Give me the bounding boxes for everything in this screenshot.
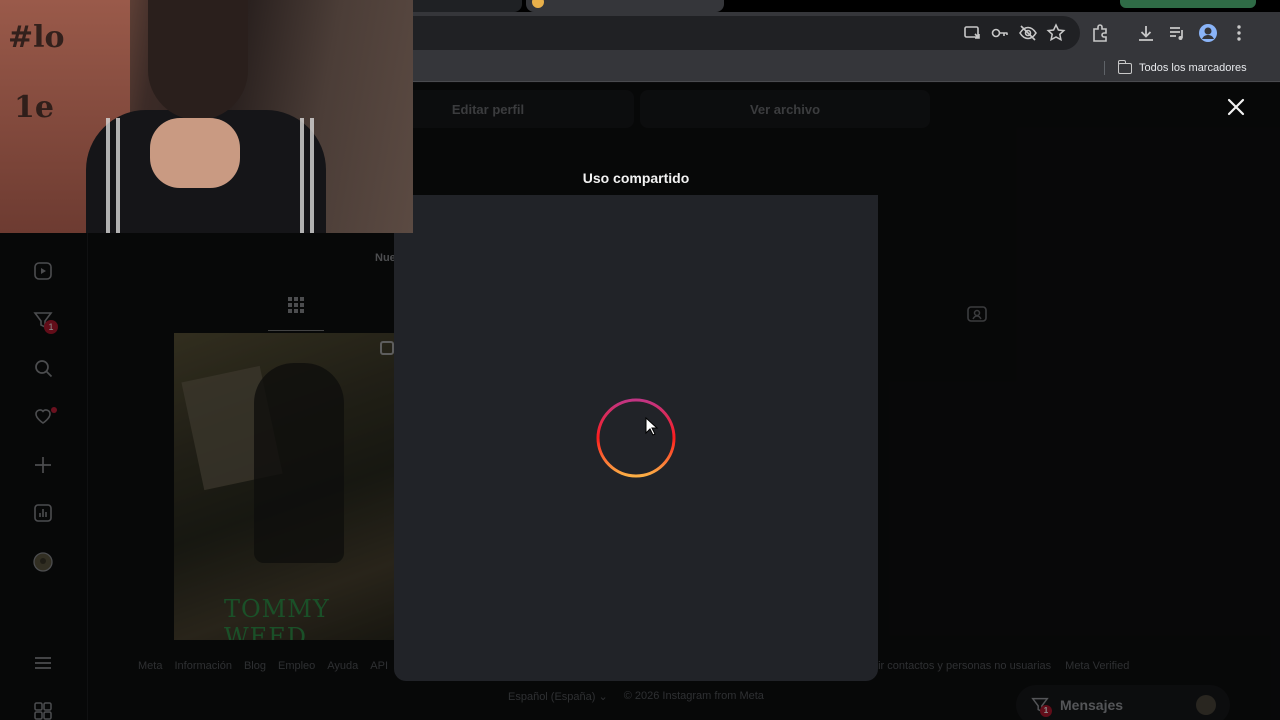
close-icon[interactable]	[1224, 95, 1248, 119]
all-bookmarks-folder[interactable]: Todos los marcadores	[1117, 59, 1247, 77]
tab-favicon-icon	[532, 0, 544, 8]
folder-icon	[1117, 59, 1132, 74]
jacket-stripe	[310, 118, 314, 233]
screen: Todos los marcadores 1 Editar perfil Ver…	[0, 0, 1280, 720]
loading-spinner-icon	[596, 398, 676, 478]
browser-tab[interactable]	[410, 0, 522, 12]
webcam-overlay: #lo 1e	[0, 0, 413, 233]
extensions-icon[interactable]	[1089, 22, 1111, 44]
jacket-stripe	[116, 118, 120, 233]
modal-title: Uso compartido	[582, 170, 690, 186]
media-control-icon[interactable]	[1166, 22, 1188, 44]
eye-off-icon[interactable]	[1017, 22, 1039, 44]
mouse-cursor-icon	[645, 416, 659, 437]
jacket-stripe	[106, 118, 110, 233]
profile-chip[interactable]	[1120, 0, 1256, 8]
browser-tab-active[interactable]	[526, 0, 724, 12]
person-hands	[150, 118, 240, 188]
star-icon[interactable]	[1045, 22, 1067, 44]
download-icon[interactable]	[1135, 22, 1157, 44]
profile-icon[interactable]	[1197, 22, 1219, 44]
install-app-icon[interactable]	[961, 22, 983, 44]
password-key-icon[interactable]	[989, 22, 1011, 44]
kebab-menu-icon[interactable]	[1228, 22, 1250, 44]
wall-graffiti: 1e	[14, 90, 54, 125]
person-hair	[148, 0, 248, 120]
all-bookmarks-label: Todos los marcadores	[1139, 62, 1247, 74]
wall-graffiti: #lo	[8, 20, 65, 55]
jacket-stripe	[300, 118, 304, 233]
bookmarks-divider	[1104, 61, 1105, 75]
